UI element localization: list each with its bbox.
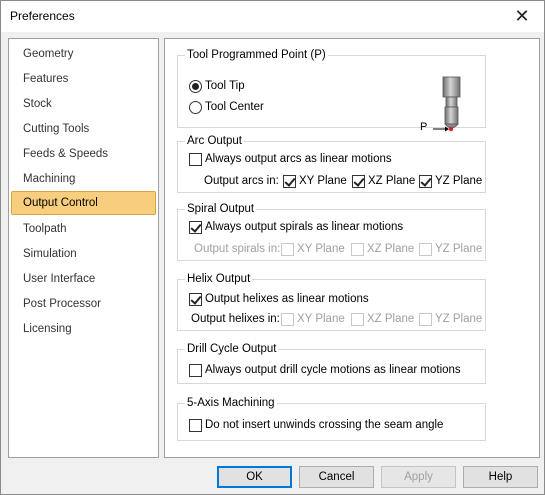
arc-xy-row[interactable]: XY Plane xyxy=(283,173,347,189)
arc-linear-label: Always output arcs as linear motions xyxy=(205,153,392,165)
category-list: Geometry Features Stock Cutting Tools Fe… xyxy=(8,38,159,458)
drill-linear-row[interactable]: Always output drill cycle motions as lin… xyxy=(189,362,461,378)
nav-item-machining[interactable]: Machining xyxy=(11,167,156,191)
spiral-xy-label: XY Plane xyxy=(297,243,345,255)
arc-yz-checkbox[interactable] xyxy=(419,174,432,188)
nav-item-stock[interactable]: Stock xyxy=(11,92,156,116)
nav-item-features[interactable]: Features xyxy=(11,67,156,91)
cancel-button[interactable]: Cancel xyxy=(299,466,374,488)
unwind-checkbox[interactable] xyxy=(189,418,202,432)
nav-item-simulation[interactable]: Simulation xyxy=(11,242,156,266)
end-mill-icon xyxy=(433,76,461,132)
helix-yz-checkbox[interactable] xyxy=(419,312,432,326)
spiral-linear-checkbox[interactable] xyxy=(189,220,202,234)
help-button[interactable]: Help xyxy=(463,466,538,488)
radio-tool-tip-label: Tool Tip xyxy=(205,80,245,92)
helix-yz-label: YZ Plane xyxy=(435,313,483,325)
helix-linear-row[interactable]: Output helixes as linear motions xyxy=(189,291,369,307)
radio-tool-center[interactable] xyxy=(189,100,202,114)
arc-output-group: Arc Output Always output arcs as linear … xyxy=(177,134,486,193)
arc-xz-checkbox[interactable] xyxy=(352,174,365,188)
arc-yz-label: YZ Plane xyxy=(435,175,483,187)
apply-button[interactable]: Apply xyxy=(381,466,456,488)
radio-tool-center-label: Tool Center xyxy=(205,101,264,113)
helix-xy-checkbox[interactable] xyxy=(281,312,294,326)
arc-linear-row[interactable]: Always output arcs as linear motions xyxy=(189,151,392,167)
nav-item-output-control[interactable]: Output Control xyxy=(11,191,156,215)
title-bar: Preferences ✕ xyxy=(1,1,544,32)
arc-xy-label: XY Plane xyxy=(299,175,347,187)
helix-planes-label: Output helixes in: xyxy=(191,313,280,325)
spiral-yz-checkbox[interactable] xyxy=(419,242,432,256)
helix-linear-checkbox[interactable] xyxy=(189,292,202,306)
helix-xz-label: XZ Plane xyxy=(367,313,415,325)
output-control-panel: Tool Programmed Point (P) Tool Tip Tool … xyxy=(164,38,540,458)
nav-item-user-interface[interactable]: User Interface xyxy=(11,267,156,291)
helix-linear-label: Output helixes as linear motions xyxy=(205,293,369,305)
drill-linear-checkbox[interactable] xyxy=(189,363,202,377)
drill-linear-label: Always output drill cycle motions as lin… xyxy=(205,364,461,376)
radio-tool-tip-row[interactable]: Tool Tip xyxy=(189,78,245,94)
spiral-linear-label: Always output spirals as linear motions xyxy=(205,221,404,233)
helix-xz-checkbox[interactable] xyxy=(351,312,364,326)
window-title: Preferences xyxy=(10,9,75,23)
spiral-xz-row[interactable]: XZ Plane xyxy=(351,241,414,257)
helix-xy-label: XY Plane xyxy=(297,313,345,325)
five-axis-group: 5-Axis Machining Do not insert unwinds c… xyxy=(177,396,486,441)
arc-xz-row[interactable]: XZ Plane xyxy=(352,173,415,189)
spiral-xy-checkbox[interactable] xyxy=(281,242,294,256)
arc-output-title: Arc Output xyxy=(185,134,244,148)
spiral-xz-checkbox[interactable] xyxy=(351,242,364,256)
spiral-output-title: Spiral Output xyxy=(185,202,257,216)
radio-tool-tip[interactable] xyxy=(189,79,202,93)
drill-output-title: Drill Cycle Output xyxy=(185,342,279,356)
helix-output-title: Helix Output xyxy=(185,272,253,286)
arc-linear-checkbox[interactable] xyxy=(189,152,202,166)
spiral-yz-row[interactable]: YZ Plane xyxy=(419,241,482,257)
arc-xy-checkbox[interactable] xyxy=(283,174,296,188)
spiral-linear-row[interactable]: Always output spirals as linear motions xyxy=(189,219,403,235)
spiral-yz-label: YZ Plane xyxy=(435,243,483,255)
helix-xy-row[interactable]: XY Plane xyxy=(281,311,345,327)
unwind-row[interactable]: Do not insert unwinds crossing the seam … xyxy=(189,417,443,433)
five-axis-title: 5-Axis Machining xyxy=(185,396,277,410)
tool-point-title: Tool Programmed Point (P) xyxy=(185,48,328,62)
nav-item-licensing[interactable]: Licensing xyxy=(11,317,156,341)
close-icon[interactable]: ✕ xyxy=(500,1,544,32)
arc-xz-label: XZ Plane xyxy=(368,175,416,187)
nav-item-post-processor[interactable]: Post Processor xyxy=(11,292,156,316)
tool-point-group: Tool Programmed Point (P) Tool Tip Tool … xyxy=(177,48,486,133)
preferences-window: Preferences ✕ Geometry Features Stock Cu… xyxy=(0,0,545,495)
arc-yz-row[interactable]: YZ Plane xyxy=(419,173,482,189)
tool-point-marker-label: P xyxy=(420,121,428,133)
spiral-xz-label: XZ Plane xyxy=(367,243,415,255)
spiral-output-group: Spiral Output Always output spirals as l… xyxy=(177,202,486,261)
ok-button[interactable]: OK xyxy=(217,466,292,488)
spiral-xy-row[interactable]: XY Plane xyxy=(281,241,345,257)
nav-item-toolpath[interactable]: Toolpath xyxy=(11,217,156,241)
spiral-planes-label: Output spirals in: xyxy=(194,243,281,255)
nav-item-feeds-speeds[interactable]: Feeds & Speeds xyxy=(11,142,156,166)
helix-output-group: Helix Output Output helixes as linear mo… xyxy=(177,272,486,331)
nav-item-cutting-tools[interactable]: Cutting Tools xyxy=(11,117,156,141)
nav-item-geometry[interactable]: Geometry xyxy=(11,42,156,66)
radio-tool-center-row[interactable]: Tool Center xyxy=(189,99,264,115)
drill-output-group: Drill Cycle Output Always output drill c… xyxy=(177,342,486,384)
helix-yz-row[interactable]: YZ Plane xyxy=(419,311,482,327)
unwind-label: Do not insert unwinds crossing the seam … xyxy=(205,419,444,431)
helix-xz-row[interactable]: XZ Plane xyxy=(351,311,414,327)
arc-planes-label: Output arcs in: xyxy=(204,175,279,187)
